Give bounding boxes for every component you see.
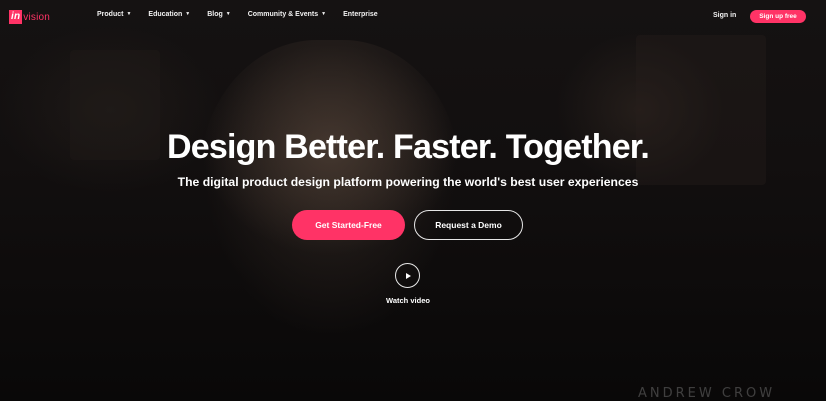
- play-video-button[interactable]: [395, 263, 420, 288]
- invision-logo[interactable]: in vision: [9, 10, 50, 24]
- sign-up-button[interactable]: Sign up free: [750, 10, 806, 23]
- hero-subtitle: The digital product design platform powe…: [177, 175, 639, 189]
- background-video-figure: [200, 40, 460, 340]
- nav-item-label: Product: [97, 11, 124, 18]
- play-icon: [406, 272, 411, 279]
- nav-item-community-events[interactable]: Community & Events ▼: [248, 11, 326, 18]
- nav-item-product[interactable]: Product ▼: [97, 11, 131, 18]
- logo-wordmark: vision: [23, 11, 51, 23]
- sign-in-link[interactable]: Sign in: [713, 12, 736, 19]
- nav-item-blog[interactable]: Blog ▼: [207, 11, 231, 18]
- chevron-down-icon: ▼: [321, 11, 327, 17]
- nav-item-label: Community & Events: [247, 11, 319, 18]
- chevron-down-icon: ▼: [185, 11, 191, 17]
- top-navigation: in vision Product ▼ Education ▼ Blog ▼ C…: [0, 0, 826, 34]
- logo-badge: in: [9, 10, 23, 24]
- watch-video-link[interactable]: Watch video: [366, 296, 450, 305]
- chevron-down-icon: ▼: [225, 11, 231, 17]
- main-nav: Product ▼ Education ▼ Blog ▼ Community &…: [97, 11, 378, 18]
- nav-item-education[interactable]: Education ▼: [148, 11, 190, 18]
- get-started-button[interactable]: Get Started-Free: [292, 210, 405, 240]
- hero-title: Design Better. Faster. Together.: [166, 128, 650, 166]
- request-demo-button[interactable]: Request a Demo: [414, 210, 523, 240]
- hero-section: in vision Product ▼ Education ▼ Blog ▼ C…: [0, 0, 826, 401]
- nav-item-label: Enterprise: [343, 11, 378, 18]
- nav-item-label: Blog: [207, 11, 223, 18]
- nav-item-enterprise[interactable]: Enterprise: [343, 11, 378, 18]
- video-caption-watermark: ANDREW CROW: [638, 386, 776, 401]
- chevron-down-icon: ▼: [126, 11, 132, 17]
- nav-item-label: Education: [148, 11, 183, 18]
